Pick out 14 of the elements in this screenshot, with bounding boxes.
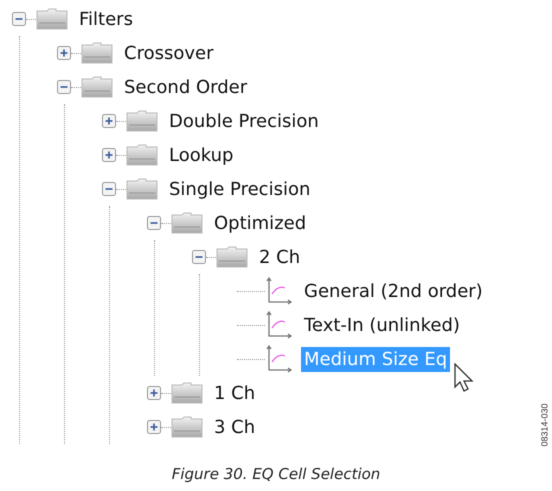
tree-item[interactable]: 3 Ch <box>211 414 258 440</box>
tree-item[interactable]: Lookup <box>166 142 236 168</box>
figure-code: 08314-030 <box>539 403 550 447</box>
tree-item[interactable]: Optimized <box>211 210 310 236</box>
tree-item[interactable]: 2 Ch <box>256 244 304 270</box>
tree-item[interactable]: Second Order <box>121 74 250 100</box>
tree-item[interactable]: Crossover <box>121 40 216 66</box>
tree-item[interactable]: 1 Ch <box>211 380 258 406</box>
tree-item[interactable]: Single Precision <box>166 176 314 202</box>
tree-item[interactable]: Filters <box>76 6 136 32</box>
tree-item[interactable]: General (2nd order) <box>301 278 486 304</box>
tree-item[interactable]: Double Precision <box>166 108 322 134</box>
tree-item[interactable]: Text-In (unlinked) <box>301 312 463 338</box>
figure-caption: Figure 30. EQ Cell Selection <box>170 465 382 485</box>
